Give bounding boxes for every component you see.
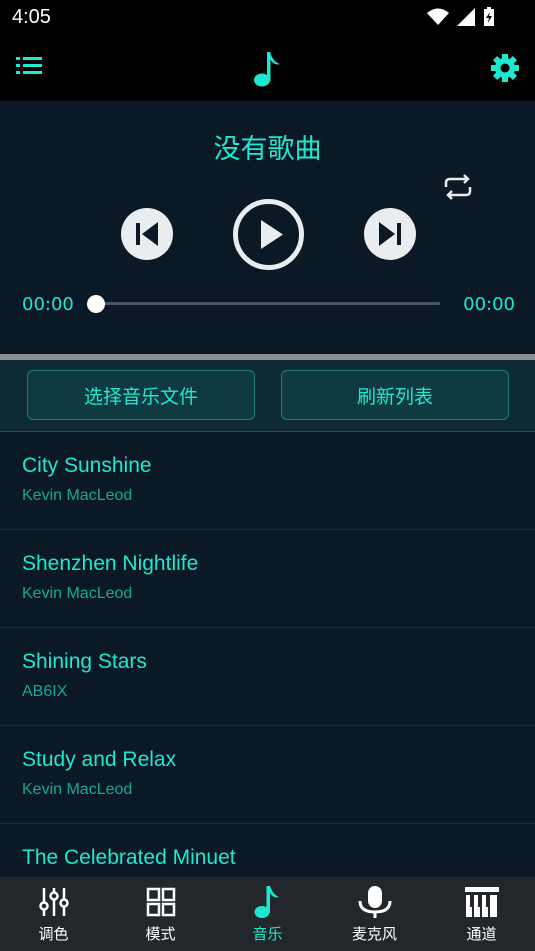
next-button[interactable] <box>364 208 416 260</box>
nav-item-microphone[interactable]: 麦克风 <box>321 877 428 951</box>
skip-next-icon <box>379 222 401 246</box>
status-bar: 4:05 <box>0 0 535 36</box>
piano-icon <box>464 887 499 917</box>
song-list-item[interactable]: Shenzhen Nightlife Kevin MacLeod <box>0 530 535 628</box>
total-time: 00:00 <box>463 294 515 315</box>
skip-previous-icon <box>136 222 158 246</box>
nav-label: 麦克风 <box>351 925 397 943</box>
signal-icon <box>457 8 475 26</box>
list-menu-icon[interactable] <box>16 54 42 78</box>
wifi-icon <box>427 8 449 25</box>
refresh-list-button[interactable]: 刷新列表 <box>281 370 509 420</box>
status-time: 4:05 <box>12 6 51 28</box>
song-list: City Sunshine Kevin MacLeod Shenzhen Nig… <box>0 432 535 877</box>
nav-label: 模式 <box>145 925 176 943</box>
nav-item-color[interactable]: 调色 <box>0 877 107 951</box>
app-bar <box>0 36 535 101</box>
song-list-item[interactable]: The Celebrated Minuet <box>0 824 535 877</box>
play-button[interactable] <box>233 199 304 270</box>
song-list-item[interactable]: Study and Relax Kevin MacLeod <box>0 726 535 824</box>
gear-icon[interactable] <box>491 54 519 82</box>
music-note-icon <box>254 52 280 87</box>
song-title: Study and Relax <box>22 748 177 771</box>
previous-button[interactable] <box>121 208 173 260</box>
song-artist: Kevin MacLeod <box>22 781 133 798</box>
current-time: 00:00 <box>22 294 74 315</box>
song-list-item[interactable]: City Sunshine Kevin MacLeod <box>0 432 535 530</box>
play-icon <box>261 220 283 249</box>
nav-label: 音乐 <box>252 925 283 943</box>
nav-label: 通道 <box>466 925 497 943</box>
action-button-row: 选择音乐文件 刷新列表 <box>0 360 535 432</box>
grid-icon <box>146 887 175 917</box>
repeat-icon[interactable] <box>442 173 474 201</box>
status-icons <box>427 7 495 27</box>
battery-icon <box>484 7 494 26</box>
song-title: The Celebrated Minuet <box>22 846 236 869</box>
nav-label: 调色 <box>38 925 69 943</box>
seek-thumb[interactable] <box>87 295 105 313</box>
nav-item-mode[interactable]: 模式 <box>107 877 214 951</box>
now-playing-title: 没有歌曲 <box>213 134 322 165</box>
song-title: City Sunshine <box>22 454 152 477</box>
microphone-icon <box>358 886 391 918</box>
bottom-nav: 调色 模式 音乐 麦克风 通道 <box>0 877 535 951</box>
player-panel: 没有歌曲 00:00 00:00 <box>0 101 535 354</box>
song-artist: Kevin MacLeod <box>22 585 133 602</box>
song-artist: Kevin MacLeod <box>22 487 133 504</box>
nav-item-channel[interactable]: 通道 <box>428 877 535 951</box>
sliders-icon <box>38 888 69 916</box>
song-title: Shenzhen Nightlife <box>22 552 199 575</box>
song-artist: AB6IX <box>22 683 68 700</box>
seek-bar[interactable] <box>96 302 440 305</box>
select-music-file-button[interactable]: 选择音乐文件 <box>27 370 255 420</box>
song-list-item[interactable]: Shining Stars AB6IX <box>0 628 535 726</box>
music-note-icon <box>254 886 279 918</box>
song-title: Shining Stars <box>22 650 147 673</box>
nav-item-music[interactable]: 音乐 <box>214 877 321 951</box>
